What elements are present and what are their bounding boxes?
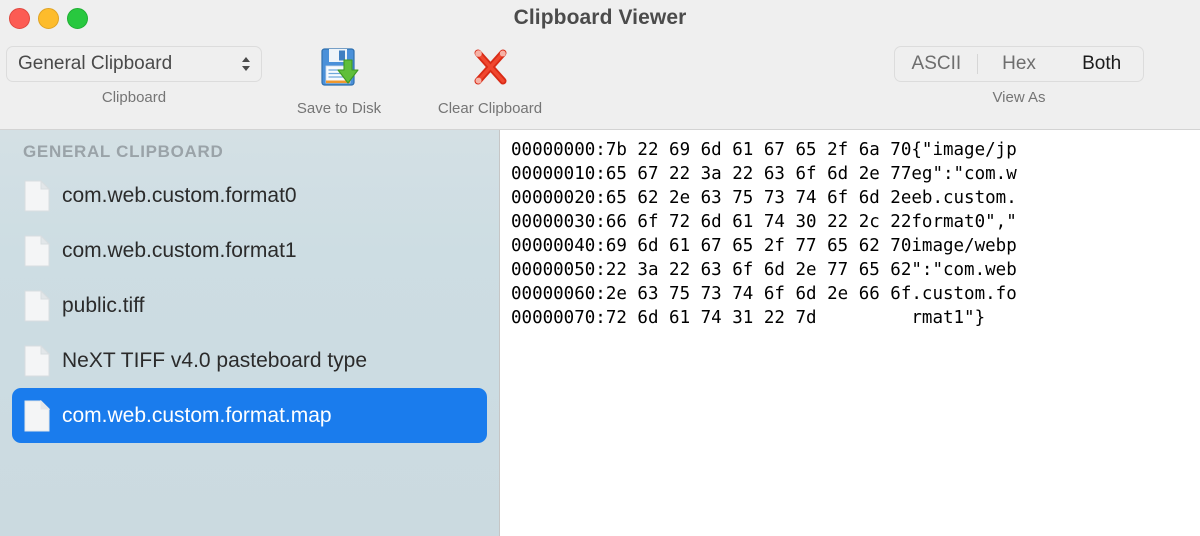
hex-ascii: rmat1"} — [911, 306, 1016, 330]
list-item[interactable]: public.tiff — [12, 278, 487, 333]
toolbar-group-save-label: Save to Disk — [297, 100, 381, 117]
list-item-label: com.web.custom.format.map — [62, 404, 332, 428]
close-button[interactable] — [9, 8, 30, 29]
list-item-label: public.tiff — [62, 294, 145, 318]
hex-offset: 00000050: — [511, 258, 606, 282]
clipboard-types-sidebar: GENERAL CLIPBOARD com.web.custom.format0 — [0, 130, 500, 536]
view-as-segment-ascii[interactable]: ASCII — [895, 47, 978, 81]
hex-ascii: {"image/jp — [911, 138, 1016, 162]
hex-bytes: 65 67 22 3a 22 63 6f 6d 2e 77 — [606, 162, 912, 186]
toolbar-group-view-as: ASCII Hex Both View As — [894, 46, 1144, 106]
hex-ascii: format0"," — [911, 210, 1016, 234]
hex-offset: 00000010: — [511, 162, 606, 186]
hex-bytes: 7b 22 69 6d 61 67 65 2f 6a 70 — [606, 138, 912, 162]
traffic-lights — [9, 8, 88, 29]
sidebar-section-header: GENERAL CLIPBOARD — [0, 142, 499, 168]
red-x-icon — [465, 42, 515, 92]
hex-row: 00000060: 2e 63 75 73 74 6f 6d 2e 66 6f … — [511, 282, 1017, 306]
toolbar: General Clipboard Clipboard — [0, 36, 1200, 130]
document-icon — [24, 400, 50, 432]
list-item-label: com.web.custom.format1 — [62, 239, 297, 263]
toolbar-group-clear[interactable]: Clear Clipboard — [412, 42, 568, 117]
minimize-button[interactable] — [38, 8, 59, 29]
clipboard-types-list: com.web.custom.format0 com.web.custom.fo… — [0, 168, 499, 443]
hex-ascii: eb.custom. — [911, 186, 1016, 210]
hex-row: 00000040: 69 6d 61 67 65 2f 77 65 62 70 … — [511, 234, 1017, 258]
floppy-disk-save-icon — [314, 42, 364, 92]
hex-bytes: 65 62 2e 63 75 73 74 6f 6d 2e — [606, 186, 912, 210]
hex-row: 00000050: 22 3a 22 63 6f 6d 2e 77 65 62 … — [511, 258, 1017, 282]
list-item[interactable]: com.web.custom.format0 — [12, 168, 487, 223]
hex-bytes: 72 6d 61 74 31 22 7d — [606, 306, 912, 330]
hex-bytes: 2e 63 75 73 74 6f 6d 2e 66 6f — [606, 282, 912, 306]
clipboard-viewer-window: Clipboard Viewer General Clipboard Clipb… — [0, 0, 1200, 536]
list-item[interactable]: com.web.custom.format1 — [12, 223, 487, 278]
document-icon — [24, 345, 50, 377]
list-item-label: NeXT TIFF v4.0 pasteboard type — [62, 349, 367, 373]
hex-ascii: ":"com.web — [911, 258, 1016, 282]
main-content: GENERAL CLIPBOARD com.web.custom.format0 — [0, 130, 1200, 536]
clipboard-source-dropdown[interactable]: General Clipboard — [6, 46, 262, 82]
hex-offset: 00000060: — [511, 282, 606, 306]
title-bar: Clipboard Viewer — [0, 0, 1200, 36]
hex-bytes: 66 6f 72 6d 61 74 30 22 2c 22 — [606, 210, 912, 234]
toolbar-group-clear-label: Clear Clipboard — [438, 100, 542, 117]
hex-offset: 00000000: — [511, 138, 606, 162]
hex-row: 00000030: 66 6f 72 6d 61 74 30 22 2c 22 … — [511, 210, 1017, 234]
hex-row: 00000070: 72 6d 61 74 31 22 7d rmat1"} — [511, 306, 1017, 330]
hex-ascii: eg":"com.w — [911, 162, 1016, 186]
toolbar-group-clipboard-label: Clipboard — [102, 89, 166, 106]
hex-row: 00000020: 65 62 2e 63 75 73 74 6f 6d 2e … — [511, 186, 1017, 210]
list-item-selected[interactable]: com.web.custom.format.map — [12, 388, 487, 443]
view-as-segment-both[interactable]: Both — [1060, 47, 1143, 81]
zoom-button[interactable] — [67, 8, 88, 29]
chevron-up-down-icon — [239, 53, 253, 75]
list-item-label: com.web.custom.format0 — [62, 184, 297, 208]
document-icon — [24, 180, 50, 212]
hex-dump-table: 00000000: 7b 22 69 6d 61 67 65 2f 6a 70 … — [511, 138, 1017, 330]
hex-offset: 00000040: — [511, 234, 606, 258]
hex-offset: 00000030: — [511, 210, 606, 234]
hex-row: 00000000: 7b 22 69 6d 61 67 65 2f 6a 70 … — [511, 138, 1017, 162]
hex-ascii: image/webp — [911, 234, 1016, 258]
hex-bytes: 69 6d 61 67 65 2f 77 65 62 70 — [606, 234, 912, 258]
hex-offset: 00000020: — [511, 186, 606, 210]
list-item[interactable]: NeXT TIFF v4.0 pasteboard type — [12, 333, 487, 388]
hex-row: 00000010: 65 67 22 3a 22 63 6f 6d 2e 77 … — [511, 162, 1017, 186]
clipboard-source-value: General Clipboard — [18, 53, 239, 75]
hex-ascii: .custom.fo — [911, 282, 1016, 306]
document-icon — [24, 235, 50, 267]
toolbar-group-clipboard: General Clipboard Clipboard — [6, 46, 262, 106]
view-as-segmented-control[interactable]: ASCII Hex Both — [894, 46, 1144, 82]
hex-offset: 00000070: — [511, 306, 606, 330]
toolbar-group-save[interactable]: Save to Disk — [272, 42, 406, 117]
view-as-segment-hex[interactable]: Hex — [978, 47, 1061, 81]
hex-bytes: 22 3a 22 63 6f 6d 2e 77 65 62 — [606, 258, 912, 282]
document-icon — [24, 290, 50, 322]
window-title: Clipboard Viewer — [0, 6, 1200, 30]
toolbar-group-view-as-label: View As — [992, 89, 1045, 106]
hex-dump-pane[interactable]: 00000000: 7b 22 69 6d 61 67 65 2f 6a 70 … — [500, 130, 1200, 536]
